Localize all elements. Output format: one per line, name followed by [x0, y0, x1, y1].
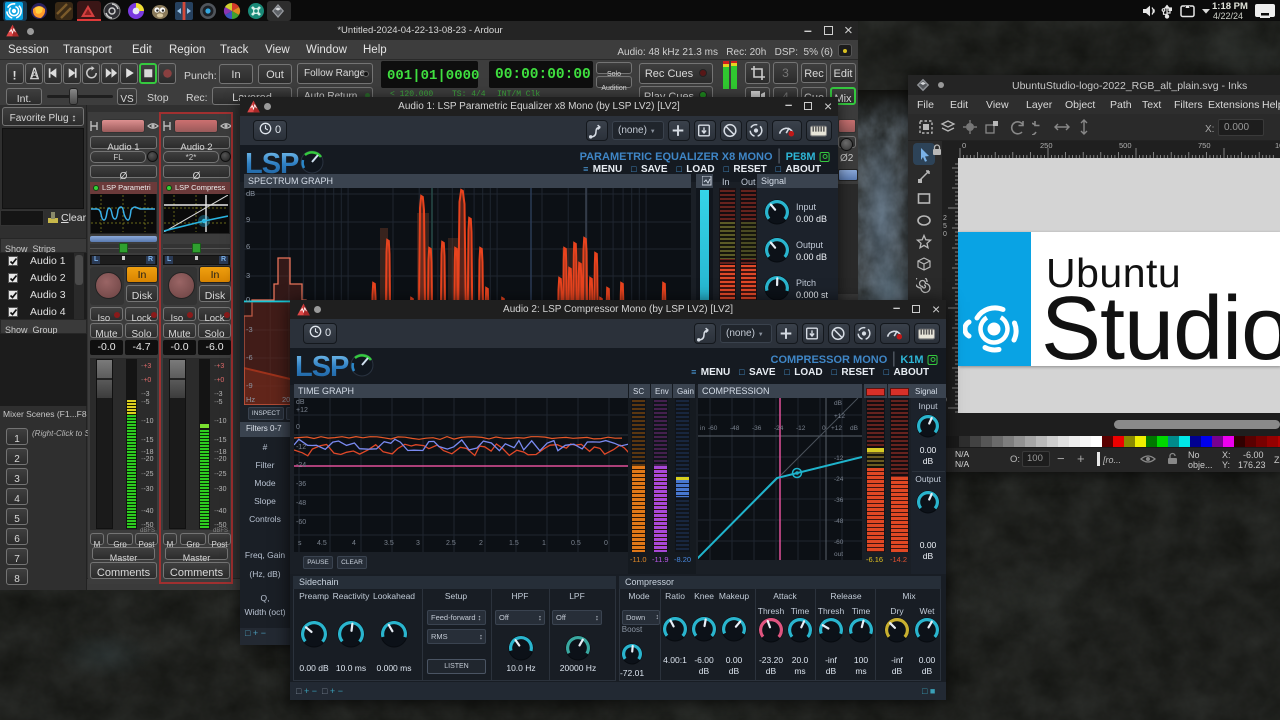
svg-text:A: A: [32, 70, 38, 80]
svg-text:!: !: [13, 69, 17, 82]
svg-text:LSP: LSP: [295, 351, 349, 381]
